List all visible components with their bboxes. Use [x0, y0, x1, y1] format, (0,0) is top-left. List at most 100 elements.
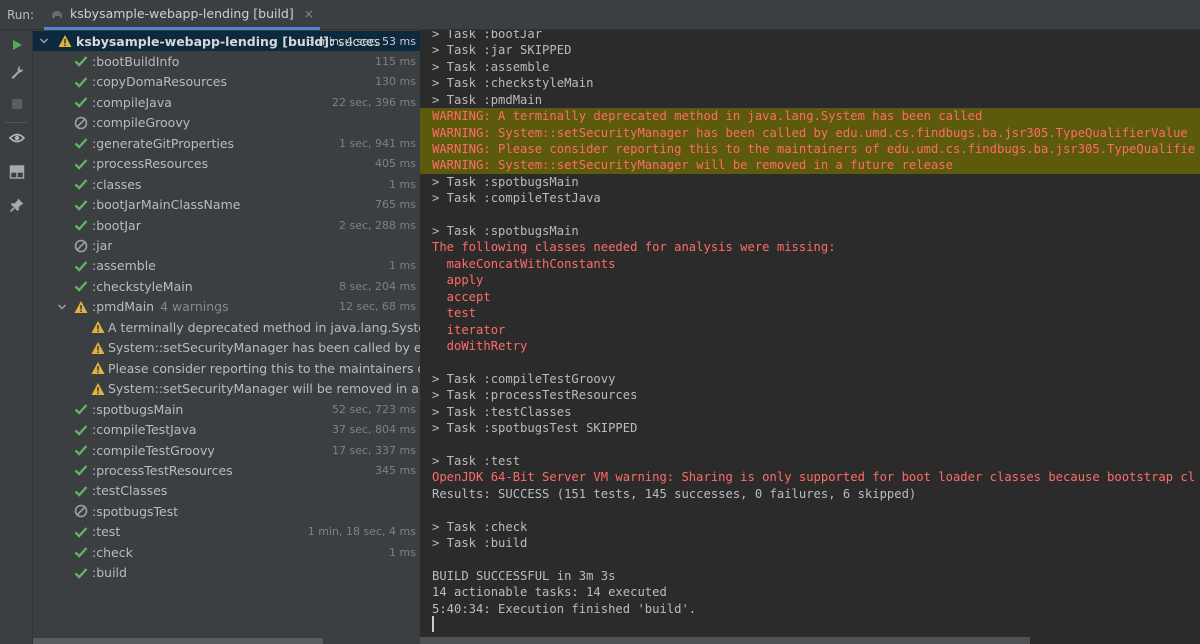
- warning-triangle-icon: [91, 360, 105, 376]
- tree-task-row[interactable]: :classes 1 ms: [33, 174, 420, 194]
- tree-task-row[interactable]: :compileGroovy: [33, 113, 420, 133]
- eye-icon[interactable]: [0, 126, 33, 150]
- tree-task-row[interactable]: :compileTestGroovy 17 sec, 337 ms: [33, 440, 420, 460]
- console-error-line: accept: [432, 289, 491, 304]
- console-error-line: iterator: [432, 322, 506, 337]
- success-check-icon: [73, 258, 89, 274]
- tree-item-label: :bootJarMainClassName: [92, 197, 241, 213]
- success-check-icon: [73, 401, 89, 417]
- tree-scrollbar-thumb[interactable]: [33, 638, 323, 644]
- settings-wrench-icon[interactable]: [0, 60, 33, 84]
- tree-task-row[interactable]: :assemble 1 ms: [33, 256, 420, 276]
- tree-task-row[interactable]: :bootJar 2 sec, 288 ms: [33, 215, 420, 235]
- console-error-line: makeConcatWithConstants: [432, 256, 616, 271]
- task-duration: 405 ms: [375, 157, 416, 171]
- console-line: > Task :build: [432, 536, 528, 551]
- tree-task-row[interactable]: :bootJarMainClassName 765 ms: [33, 195, 420, 215]
- tree-item-label: :checkstyleMain: [92, 278, 193, 294]
- tree-horizontal-scrollbar[interactable]: [33, 638, 420, 644]
- task-duration: 1 min, 18 sec, 4 ms: [307, 525, 416, 539]
- console-warning-line: WARNING: System::setSecurityManager will…: [420, 157, 1200, 174]
- tree-task-row[interactable]: :checkstyleMain 8 sec, 204 ms: [33, 276, 420, 296]
- skipped-icon: [73, 115, 89, 131]
- tree-task-row[interactable]: :copyDomaResources 130 ms: [33, 72, 420, 92]
- tree-task-row[interactable]: :processTestResources 345 ms: [33, 460, 420, 480]
- console-line: BUILD SUCCESSFUL in 3m 3s: [432, 568, 616, 583]
- tree-item-label: :test: [92, 524, 121, 540]
- gradle-elephant-icon: [50, 7, 64, 21]
- console-line: > Task :spotbugsMain: [432, 224, 579, 239]
- task-duration: 1 sec, 941 ms: [339, 136, 416, 150]
- tree-task-row[interactable]: :bootBuildInfo 115 ms: [33, 51, 420, 71]
- tree-task-row[interactable]: :pmdMain 4 warnings 12 sec, 68 ms: [33, 297, 420, 317]
- run-label: Run:: [7, 8, 35, 22]
- success-check-icon: [73, 176, 89, 192]
- tree-item-label: :testClasses: [92, 483, 168, 499]
- console-scrollbar-thumb[interactable]: [420, 637, 1030, 644]
- tree-task-row[interactable]: :processResources 405 ms: [33, 154, 420, 174]
- chevron-down-icon[interactable]: [55, 302, 69, 312]
- success-check-icon: [73, 135, 89, 151]
- tree-item-label: :bootJar: [92, 217, 141, 233]
- pin-icon[interactable]: [0, 193, 33, 217]
- tree-item-label: :assemble: [92, 258, 156, 274]
- build-tree[interactable]: :build :check 1 ms :test 1 min, 18 sec, 4 ms…: [33, 30, 420, 644]
- tree-task-row[interactable]: :compileTestJava 37 sec, 804 ms: [33, 420, 420, 440]
- tree-item-label: :processResources: [92, 156, 209, 172]
- chevron-down-icon[interactable]: [37, 36, 51, 46]
- tab-build-run[interactable]: ksbysample-webapp-lending [build] ×: [44, 0, 320, 30]
- console-warning-line: WARNING: A terminally deprecated method …: [420, 108, 1200, 125]
- stop-icon[interactable]: [0, 92, 33, 116]
- console-output[interactable]: 5:40:34: Execution finished 'build'. 14 a…: [420, 30, 1200, 644]
- tree-task-row[interactable]: :build: [33, 563, 420, 583]
- rerun-icon[interactable]: [0, 33, 33, 57]
- tree-task-row[interactable]: :generateGitProperties 1 sec, 941 ms: [33, 133, 420, 153]
- console-line: > Task :spotbugsTest SKIPPED: [432, 421, 638, 436]
- success-check-icon: [73, 53, 89, 69]
- tree-item-label: :classes: [92, 176, 142, 192]
- tree-warning-message[interactable]: Please consider reporting this to the ma…: [33, 358, 420, 378]
- tree-task-row[interactable]: :spotbugsMain 52 sec, 723 ms: [33, 399, 420, 419]
- tree-item-label: :spotbugsTest: [92, 503, 179, 519]
- tree-item-label: A terminally deprecated method in java.l…: [108, 319, 420, 335]
- success-check-icon: [73, 94, 89, 110]
- console-line: Results: SUCCESS (151 tests, 145 success…: [432, 486, 917, 501]
- console-line: > Task :processTestResources: [432, 388, 638, 403]
- close-icon[interactable]: ×: [304, 7, 314, 21]
- console-line: > Task :jar SKIPPED: [432, 43, 572, 58]
- console-horizontal-scrollbar[interactable]: [420, 637, 1200, 644]
- tree-warning-message[interactable]: System::setSecurityManager will be remov…: [33, 379, 420, 399]
- layout-icon[interactable]: [0, 160, 33, 184]
- tree-item-label: System::setSecurityManager has been call…: [108, 340, 420, 356]
- tab-title: ksbysample-webapp-lending [build]: [70, 6, 294, 21]
- tree-task-row[interactable]: ksbysample-webapp-lending [build]: succes…: [33, 31, 420, 51]
- tree-item-label: :pmdMain: [92, 299, 155, 315]
- tree-task-row[interactable]: :check 1 ms: [33, 542, 420, 562]
- console-line: 5:40:34: Execution finished 'build'.: [432, 601, 697, 616]
- tree-task-row[interactable]: :testClasses: [33, 481, 420, 501]
- tree-task-row[interactable]: :test 1 min, 18 sec, 4 ms: [33, 522, 420, 542]
- tree-task-row[interactable]: :jar: [33, 236, 420, 256]
- console-error-line: doWithRetry: [432, 338, 528, 353]
- success-check-icon: [73, 442, 89, 458]
- skipped-icon: [73, 238, 89, 254]
- success-check-icon: [73, 524, 89, 540]
- console-line: > Task :test: [432, 453, 521, 468]
- tree-item-label: Please consider reporting this to the ma…: [108, 360, 420, 376]
- tree-item-label: :build: [92, 565, 127, 581]
- tree-task-row[interactable]: :compileJava 22 sec, 396 ms: [33, 92, 420, 112]
- toolbar-divider: [5, 122, 27, 123]
- success-check-icon: [73, 565, 89, 581]
- console-error-line: test: [432, 306, 477, 321]
- tree-task-row[interactable]: :spotbugsTest: [33, 501, 420, 521]
- tree-item-label: :compileJava: [92, 94, 172, 110]
- tree-warning-message[interactable]: A terminally deprecated method in java.l…: [33, 317, 420, 337]
- console-line: > Task :compileTestJava: [432, 191, 601, 206]
- task-duration: 12 sec, 68 ms: [339, 300, 416, 314]
- tree-warning-message[interactable]: System::setSecurityManager has been call…: [33, 338, 420, 358]
- task-duration: 1 ms: [389, 545, 416, 559]
